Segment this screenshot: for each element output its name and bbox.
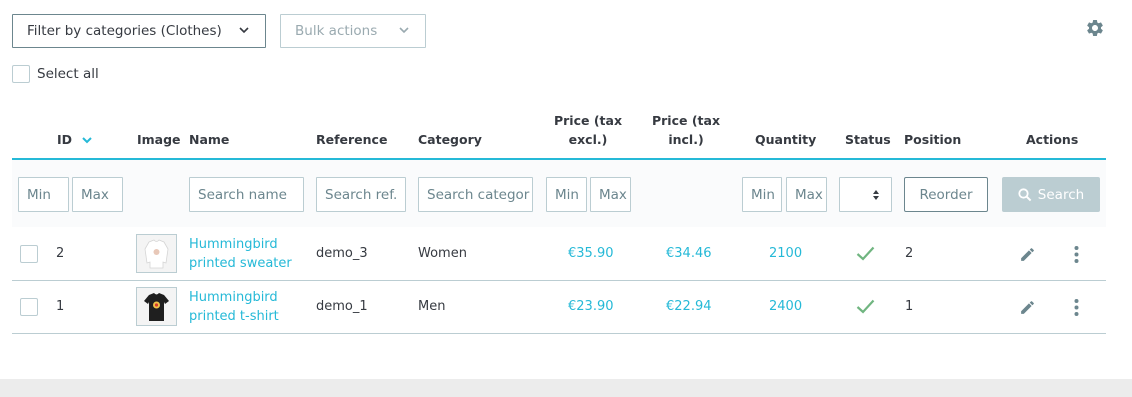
sweater-thumbnail xyxy=(137,235,176,272)
column-header-id-label: ID xyxy=(57,132,73,147)
id-min-input[interactable]: Min xyxy=(18,177,69,212)
price-tax-incl[interactable]: €34.46 xyxy=(666,244,712,263)
row-checkbox[interactable] xyxy=(20,245,38,263)
column-header-price-incl[interactable]: Price (tax incl.) xyxy=(646,111,726,149)
price-min-input[interactable]: Min xyxy=(546,177,587,212)
product-position: 2 xyxy=(905,246,914,261)
column-header-actions: Actions xyxy=(1026,132,1079,147)
product-thumbnail[interactable] xyxy=(136,287,177,326)
price-incl-label-line1: Price (tax xyxy=(651,113,721,128)
row-id: 2 xyxy=(56,246,65,261)
price-tax-excl[interactable]: €35.90 xyxy=(568,244,614,263)
product-quantity[interactable]: 2400 xyxy=(769,297,802,316)
name-search-input[interactable]: Search name xyxy=(189,177,304,212)
filter-by-categories-label: Filter by categories (Clothes) xyxy=(27,23,222,39)
category-search-input[interactable]: Search categor xyxy=(418,177,533,212)
reference-search-input[interactable]: Search ref. xyxy=(316,177,406,212)
product-thumbnail[interactable] xyxy=(136,234,177,273)
chevron-down-icon xyxy=(399,27,409,34)
price-incl-label-line2: incl.) xyxy=(668,132,704,147)
column-header-category[interactable]: Category xyxy=(418,130,482,149)
row-divider xyxy=(12,333,1106,334)
price-tax-incl[interactable]: €22.94 xyxy=(666,297,712,316)
product-name-line2: printed sweater xyxy=(189,256,292,271)
row-checkbox[interactable] xyxy=(20,298,38,316)
column-header-name[interactable]: Name xyxy=(189,130,229,149)
price-excl-label-line2: excl.) xyxy=(568,132,608,147)
filter-by-categories-dropdown[interactable]: Filter by categories (Clothes) xyxy=(12,14,266,48)
search-icon xyxy=(1018,187,1032,201)
select-all-label: Select all xyxy=(37,66,99,82)
product-name-line2: printed t-shirt xyxy=(189,309,279,324)
gear-icon[interactable] xyxy=(1085,18,1105,38)
edit-icon[interactable] xyxy=(1019,299,1036,316)
price-excl-label-line1: Price (tax xyxy=(553,113,623,128)
page-footer-band xyxy=(0,379,1132,397)
reorder-button[interactable]: Reorder xyxy=(904,177,988,212)
check-icon[interactable] xyxy=(856,299,875,314)
product-name-link[interactable]: Hummingbird printed sweater xyxy=(189,235,292,273)
column-header-quantity[interactable]: Quantity xyxy=(755,130,816,149)
edit-icon[interactable] xyxy=(1019,246,1036,263)
row-divider xyxy=(12,280,1106,281)
product-category: Women xyxy=(418,246,467,261)
price-max-input[interactable]: Max xyxy=(590,177,631,212)
product-name-line1: Hummingbird xyxy=(189,290,278,305)
product-quantity[interactable]: 2100 xyxy=(769,244,802,263)
select-arrows-icon xyxy=(872,189,879,200)
bulk-actions-label: Bulk actions xyxy=(295,23,378,39)
column-header-image: Image xyxy=(137,132,181,147)
more-vertical-icon[interactable] xyxy=(1069,298,1084,317)
column-header-status[interactable]: Status xyxy=(845,130,891,149)
product-reference: demo_1 xyxy=(316,299,368,314)
product-position: 1 xyxy=(905,299,914,314)
sort-desc-icon[interactable] xyxy=(82,136,93,144)
select-all-checkbox[interactable] xyxy=(12,65,30,83)
product-reference: demo_3 xyxy=(316,246,368,261)
product-name-line1: Hummingbird xyxy=(189,237,278,252)
product-name-link[interactable]: Hummingbird printed t-shirt xyxy=(189,288,279,326)
column-header-id[interactable]: ID xyxy=(57,130,93,149)
check-icon[interactable] xyxy=(856,246,875,261)
search-button-label: Search xyxy=(1037,186,1085,203)
bulk-actions-dropdown[interactable]: Bulk actions xyxy=(280,14,426,48)
more-vertical-icon[interactable] xyxy=(1069,245,1084,264)
column-header-reference[interactable]: Reference xyxy=(316,130,387,149)
product-category: Men xyxy=(418,299,446,314)
status-filter-select[interactable] xyxy=(839,177,892,212)
id-max-input[interactable]: Max xyxy=(72,177,123,212)
quantity-max-input[interactable]: Max xyxy=(786,177,827,212)
column-header-position[interactable]: Position xyxy=(904,130,961,149)
quantity-min-input[interactable]: Min xyxy=(742,177,782,212)
tshirt-thumbnail xyxy=(137,288,176,325)
row-id: 1 xyxy=(56,299,65,314)
chevron-down-icon xyxy=(239,27,249,34)
search-button[interactable]: Search xyxy=(1002,177,1100,212)
column-header-price-excl[interactable]: Price (tax excl.) xyxy=(548,111,628,149)
price-tax-excl[interactable]: €23.90 xyxy=(568,297,614,316)
